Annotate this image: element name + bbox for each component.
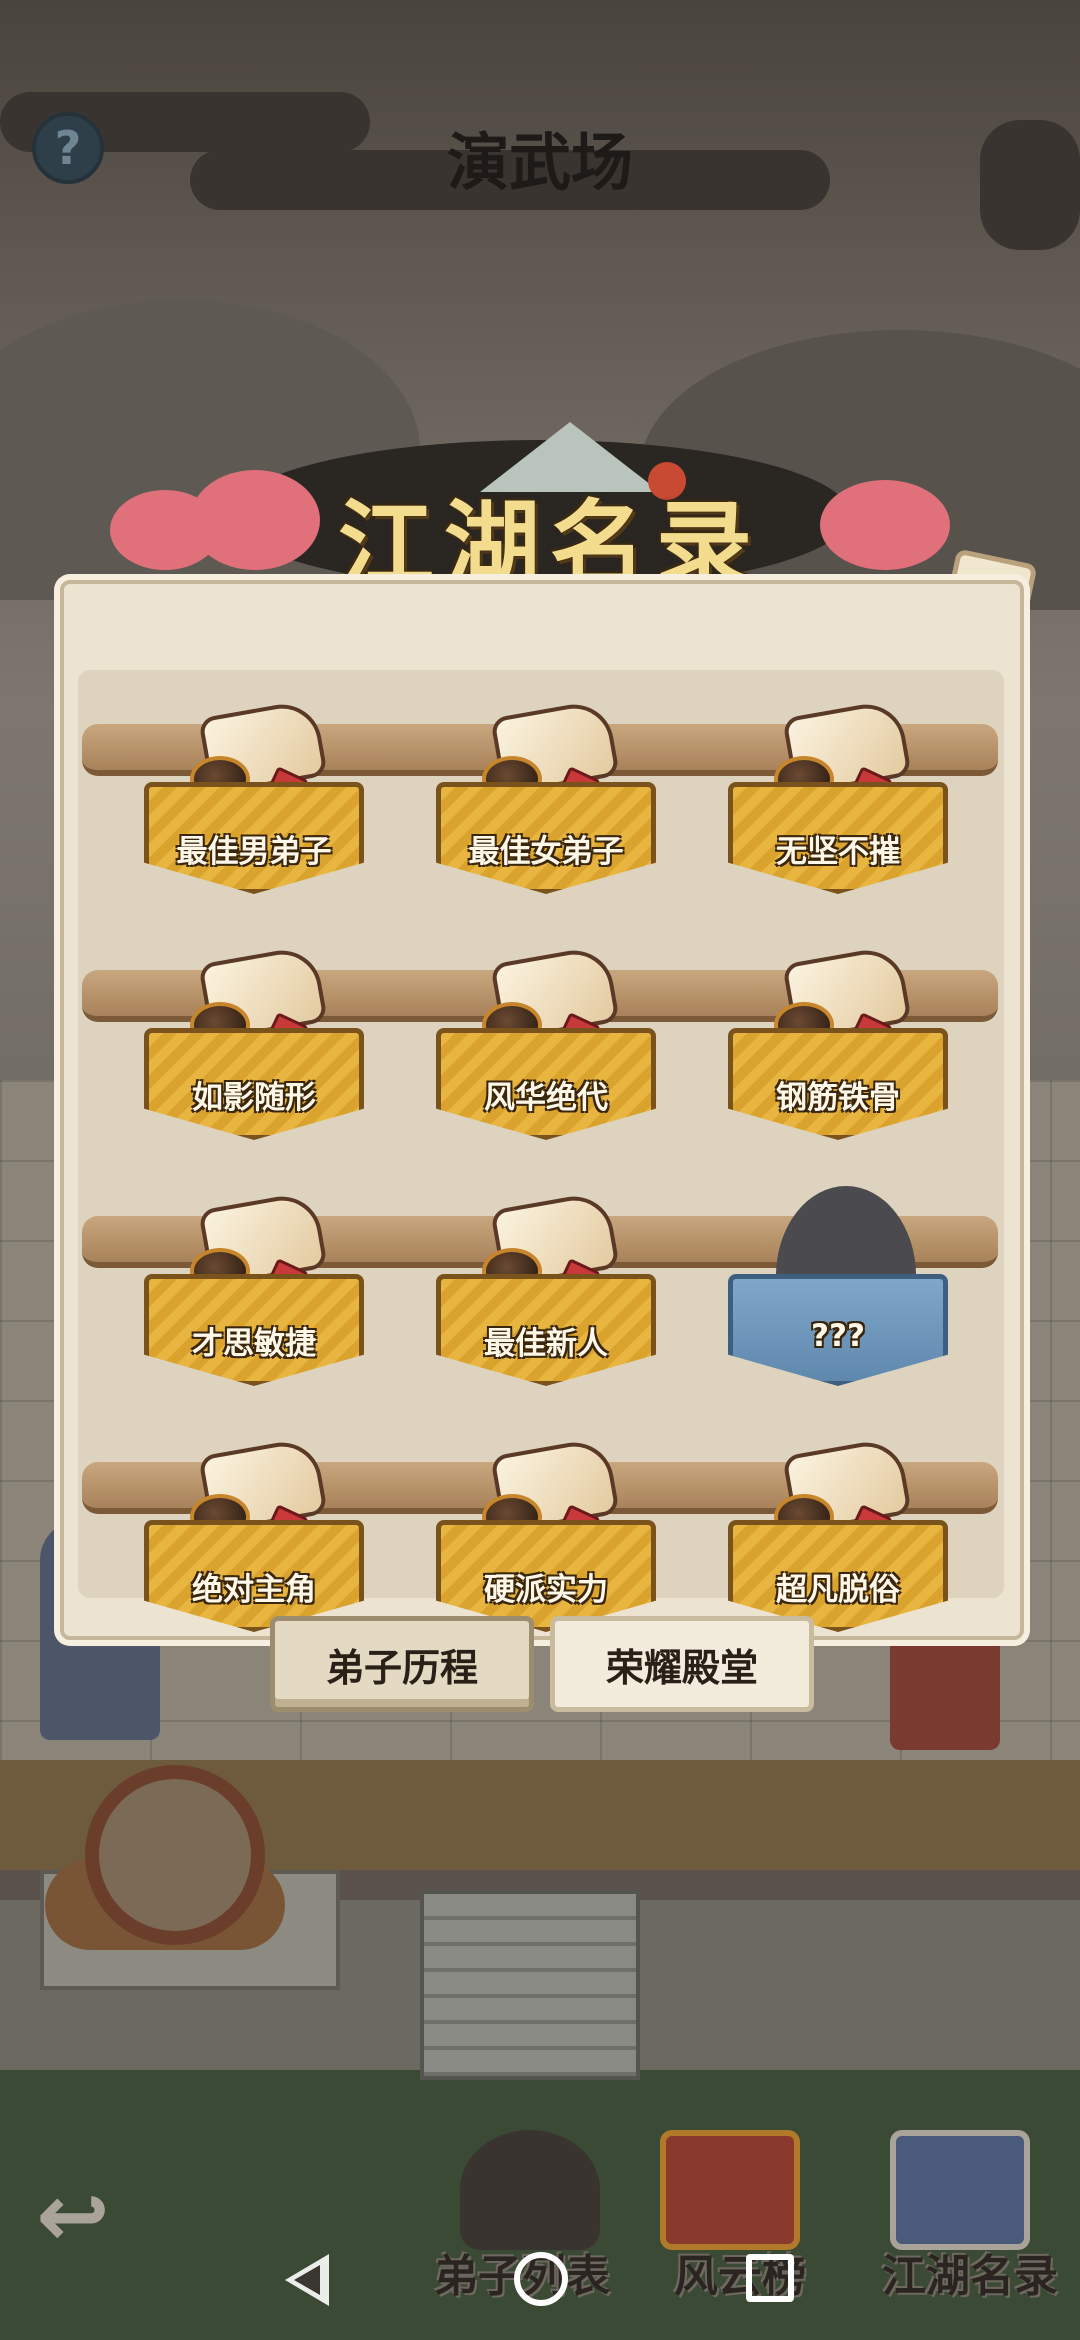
award-label: ??? <box>811 1318 865 1354</box>
drum <box>85 1765 265 1945</box>
award-item[interactable]: 如影随形 <box>144 936 364 1166</box>
stone-stairs <box>420 1890 640 2080</box>
award-item[interactable]: 最佳男弟子 <box>144 690 364 920</box>
award-item[interactable]: 风华绝代 <box>436 936 656 1166</box>
help-button[interactable]: ? <box>32 112 104 184</box>
header-cloud-right <box>980 120 1080 250</box>
page-title: 演武场 <box>446 126 633 199</box>
award-label: 如影随形 <box>192 1080 316 1116</box>
award-label: 钢筋铁骨 <box>776 1080 900 1116</box>
award-label: 最佳男弟子 <box>176 834 332 870</box>
system-back-icon-inner <box>294 2265 320 2295</box>
system-recents-icon[interactable] <box>746 2254 794 2302</box>
award-item-locked[interactable]: ??? <box>728 1182 948 1412</box>
award-label: 最佳女弟子 <box>468 834 624 870</box>
award-item[interactable]: 才思敏捷 <box>144 1182 364 1412</box>
system-home-icon[interactable] <box>514 2252 568 2306</box>
question-mark-icon: ? <box>54 121 82 175</box>
award-label: 超凡脱俗 <box>776 1572 900 1608</box>
award-label: 绝对主角 <box>192 1572 316 1608</box>
award-label: 无坚不摧 <box>776 834 900 870</box>
award-label: 硬派实力 <box>484 1572 608 1608</box>
tab-disciple-history[interactable]: 弟子历程 <box>270 1616 534 1712</box>
award-label: 才思敏捷 <box>192 1326 316 1362</box>
award-item[interactable]: 无坚不摧 <box>728 690 948 920</box>
award-item[interactable]: 钢筋铁骨 <box>728 936 948 1166</box>
award-label: 最佳新人 <box>484 1326 608 1362</box>
award-label: 风华绝代 <box>484 1080 608 1116</box>
award-item[interactable]: 最佳女弟子 <box>436 690 656 920</box>
blossom-right <box>820 480 950 570</box>
tab-hall-of-honor[interactable]: 荣耀殿堂 <box>550 1616 814 1712</box>
award-item[interactable]: 最佳新人 <box>436 1182 656 1412</box>
